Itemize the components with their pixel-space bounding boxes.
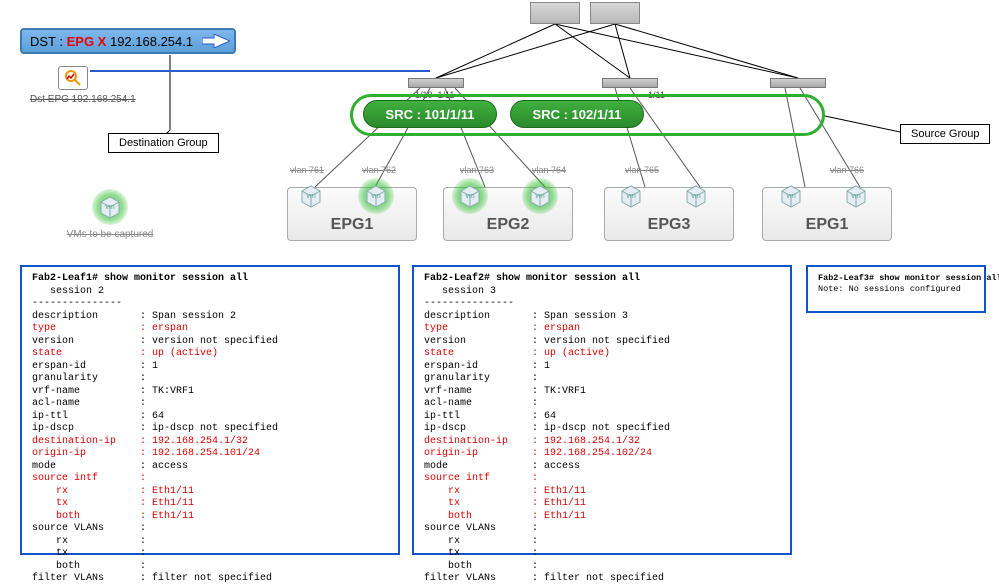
spine-switch-2	[590, 2, 640, 24]
leaf-switch-101	[408, 78, 464, 88]
leaf-switch-103	[770, 78, 826, 88]
vlan-766: vlan 766	[830, 165, 864, 175]
vm-icon	[298, 183, 324, 209]
vlan-762: vlan 762	[362, 165, 396, 175]
vm-icon	[843, 183, 869, 209]
vlan-763: vlan 763	[460, 165, 494, 175]
dst-epg: EPG X	[67, 34, 107, 49]
terminal-leaf3: Fab2-Leaf3# show monitor session all Not…	[806, 265, 986, 313]
callout-source: Source Group	[900, 124, 990, 144]
vm-icon	[527, 183, 553, 209]
analyzer-label: Dst EPG 192.168.254.1	[30, 94, 136, 105]
arrow-icon	[202, 34, 230, 48]
vm-icon	[363, 183, 389, 209]
vlan-761: vlan 761	[290, 165, 324, 175]
vlan-764: vlan 764	[532, 165, 566, 175]
callout-destination: Destination Group	[108, 133, 219, 153]
terminal-leaf2: Fab2-Leaf2# show monitor session all ses…	[412, 265, 792, 555]
legend-vm-captured: VMs to be captured	[50, 194, 170, 240]
vm-icon	[457, 183, 483, 209]
terminal-leaf1: Fab2-Leaf1# show monitor session all ses…	[20, 265, 400, 555]
term1-rows: description : Span session 2 type : ersp…	[32, 311, 278, 485]
term1-tail: source VLANs : rx : tx : both : filter V…	[32, 523, 272, 584]
term2-intf: rx : Eth1/11 tx : Eth1/11 both : Eth1/11	[424, 486, 586, 522]
analyzer-icon	[58, 66, 88, 90]
vm-icon	[618, 183, 644, 209]
vm-icon	[683, 183, 709, 209]
src-pill-1: SRC : 101/1/11	[363, 100, 497, 128]
dst-ip: 192.168.254.1	[106, 34, 193, 49]
leaf-switch-102	[602, 78, 658, 88]
term2-tail: source VLANs : rx : tx : both : filter V…	[424, 523, 664, 584]
vlan-765: vlan 765	[625, 165, 659, 175]
term2-rows: description : Span session 3 type : ersp…	[424, 311, 670, 485]
dst-prefix: DST :	[30, 34, 67, 49]
term1-intf: rx : Eth1/11 tx : Eth1/11 both : Eth1/11	[32, 486, 194, 522]
src-pill-2: SRC : 102/1/11	[510, 100, 644, 128]
spine-switch-1	[530, 2, 580, 24]
dst-link-line	[90, 70, 430, 72]
dst-box: DST : EPG X 192.168.254.1	[20, 28, 236, 54]
vm-icon	[778, 183, 804, 209]
